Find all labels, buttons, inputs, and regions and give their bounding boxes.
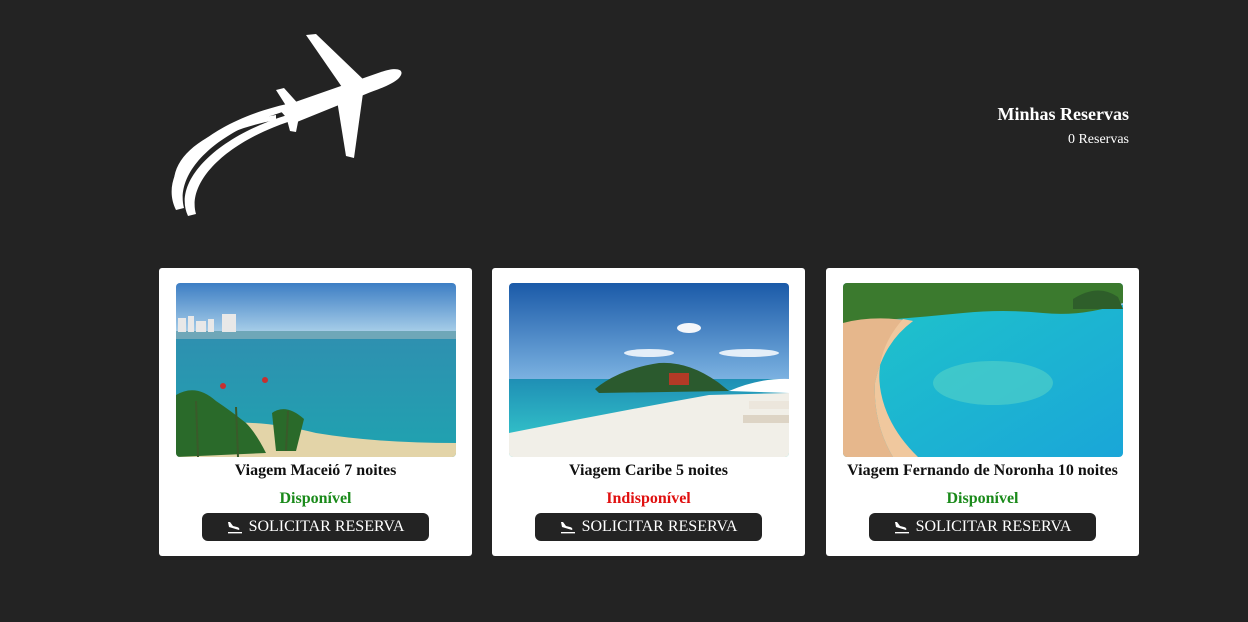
airplane-logo (166, 30, 406, 222)
trip-image-maceio (176, 283, 456, 457)
trip-status: Disponível (279, 490, 352, 507)
button-label: SOLICITAR RESERVA (581, 518, 738, 535)
trip-card-fernando-de-noronha: Viagem Fernando de Noronha 10 noites Dis… (826, 268, 1139, 556)
trip-name: Viagem Fernando de Noronha 10 noites (847, 462, 1118, 479)
trip-card-caribe: Viagem Caribe 5 noites Indisponível SOLI… (492, 268, 805, 556)
airplane-landing-icon (894, 520, 910, 534)
trip-image-noronha (843, 283, 1123, 457)
trip-status: Indisponível (606, 490, 691, 507)
airplane-landing-icon (560, 520, 576, 534)
trip-card-maceio: Viagem Maceió 7 noites Disponível SOLICI… (159, 268, 472, 556)
trip-name: Viagem Maceió 7 noites (234, 462, 397, 479)
minhas-reservas[interactable]: Minhas Reservas 0 Reservas (998, 103, 1130, 148)
solicitar-reserva-button[interactable]: SOLICITAR RESERVA (535, 513, 762, 541)
trip-name: Viagem Caribe 5 noites (569, 462, 728, 479)
reservas-count: 0 Reservas (1067, 132, 1129, 147)
button-label: SOLICITAR RESERVA (248, 518, 405, 535)
reservas-title: Minhas Reservas (997, 104, 1130, 124)
trip-cards: Viagem Maceió 7 noites Disponível SOLICI… (159, 268, 1139, 556)
airplane-icon (171, 34, 402, 216)
airplane-landing-icon (227, 520, 243, 534)
trip-image-caribe (509, 283, 789, 457)
solicitar-reserva-button[interactable]: SOLICITAR RESERVA (202, 513, 429, 541)
button-label: SOLICITAR RESERVA (915, 518, 1072, 535)
trip-status: Disponível (946, 490, 1019, 507)
solicitar-reserva-button[interactable]: SOLICITAR RESERVA (869, 513, 1096, 541)
